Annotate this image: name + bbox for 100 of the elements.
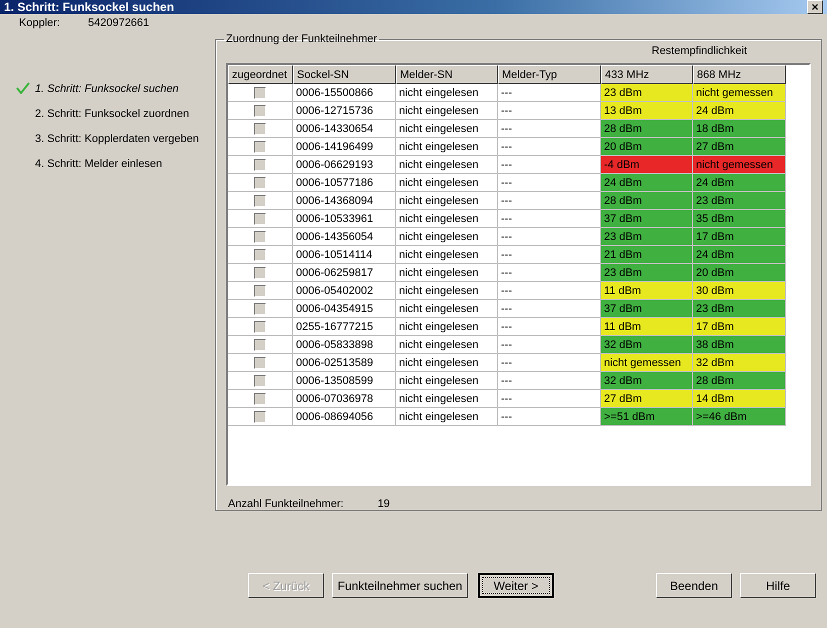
table-cell: 0006-05402002: [293, 282, 396, 300]
signal-cell: nicht gemessen: [601, 354, 693, 372]
column-header[interactable]: Sockel-SN: [293, 65, 396, 84]
checkbox[interactable]: [254, 158, 266, 170]
checkbox[interactable]: [254, 266, 266, 278]
dialog-button[interactable]: Weiter >: [478, 573, 554, 598]
signal-cell: 23 dBm: [601, 228, 693, 246]
table-cell: ---: [498, 156, 601, 174]
table-cell: 0006-06259817: [293, 264, 396, 282]
table-cell: ---: [498, 408, 601, 426]
dialog-button[interactable]: Beenden: [656, 573, 732, 598]
checkbox[interactable]: [254, 248, 266, 260]
window-title: 1. Schritt: Funksockel suchen: [4, 0, 174, 14]
checkbox[interactable]: [254, 104, 266, 116]
checkbox[interactable]: [254, 86, 266, 98]
column-header[interactable]: 433 MHz: [601, 65, 693, 84]
checkbox[interactable]: [254, 374, 266, 386]
table-cell: ---: [498, 390, 601, 408]
wizard-step: 4. Schritt: Melder einlesen: [35, 158, 162, 170]
checkbox[interactable]: [254, 230, 266, 242]
table-cell: nicht eingelesen: [396, 246, 498, 264]
table-cell: ---: [498, 282, 601, 300]
checkbox[interactable]: [254, 194, 266, 206]
wizard-step: 3. Schritt: Kopplerdaten vergeben: [35, 133, 199, 145]
close-button[interactable]: ×: [807, 0, 823, 14]
table-cell: ---: [498, 102, 601, 120]
table-cell: 0006-08694056: [293, 408, 396, 426]
signal-cell: 18 dBm: [693, 120, 786, 138]
checkbox[interactable]: [254, 176, 266, 188]
checkbox[interactable]: [254, 392, 266, 404]
checkbox[interactable]: [254, 320, 266, 332]
table-cell: 0006-14368094: [293, 192, 396, 210]
table-cell: nicht eingelesen: [396, 174, 498, 192]
table-cell: nicht eingelesen: [396, 282, 498, 300]
table-cell: nicht eingelesen: [396, 156, 498, 174]
table-cell: nicht eingelesen: [396, 84, 498, 102]
signal-cell: 32 dBm: [693, 354, 786, 372]
count-value: 19: [378, 498, 390, 510]
signal-cell: 11 dBm: [601, 318, 693, 336]
signal-cell: 13 dBm: [601, 102, 693, 120]
signal-cell: nicht gemessen: [693, 156, 786, 174]
checkbox[interactable]: [254, 140, 266, 152]
dialog-button[interactable]: Hilfe: [740, 573, 816, 598]
signal-cell: 37 dBm: [601, 300, 693, 318]
table-cell: ---: [498, 84, 601, 102]
column-header[interactable]: zugeordnet: [228, 65, 293, 84]
signal-cell: 27 dBm: [693, 138, 786, 156]
table-cell: nicht eingelesen: [396, 192, 498, 210]
table-cell: nicht eingelesen: [396, 372, 498, 390]
signal-cell: 23 dBm: [601, 84, 693, 102]
checkbox[interactable]: [254, 302, 266, 314]
table-cell: ---: [498, 264, 601, 282]
table-cell: 0006-12715736: [293, 102, 396, 120]
table-cell: 0006-14196499: [293, 138, 396, 156]
table-cell: nicht eingelesen: [396, 300, 498, 318]
signal-cell: 32 dBm: [601, 336, 693, 354]
checkbox[interactable]: [254, 122, 266, 134]
table-cell: 0006-02513589: [293, 354, 396, 372]
table-cell: 0006-10577186: [293, 174, 396, 192]
checkbox[interactable]: [254, 212, 266, 224]
signal-cell: >=46 dBm: [693, 408, 786, 426]
checkbox[interactable]: [254, 338, 266, 350]
count-label: Anzahl Funkteilnehmer:: [228, 498, 344, 510]
signal-cell: 35 dBm: [693, 210, 786, 228]
table-cell: 0255-16777215: [293, 318, 396, 336]
signal-cell: 23 dBm: [693, 192, 786, 210]
column-header[interactable]: 868 MHz: [693, 65, 786, 84]
table-cell: ---: [498, 192, 601, 210]
signal-cell: 14 dBm: [693, 390, 786, 408]
wizard-step: 1. Schritt: Funksockel suchen: [35, 83, 179, 95]
table-cell: nicht eingelesen: [396, 336, 498, 354]
signal-cell: 24 dBm: [693, 102, 786, 120]
coupler-label: Koppler:: [19, 17, 60, 31]
table-cell: ---: [498, 246, 601, 264]
checkbox[interactable]: [254, 284, 266, 296]
column-header[interactable]: Melder-Typ: [498, 65, 601, 84]
table-cell: ---: [498, 138, 601, 156]
table-cell: ---: [498, 228, 601, 246]
checkbox[interactable]: [254, 356, 266, 368]
signal-cell: -4 dBm: [601, 156, 693, 174]
table-cell: 0006-10514114: [293, 246, 396, 264]
table-cell: ---: [498, 318, 601, 336]
table-cell: 0006-13508599: [293, 372, 396, 390]
column-header[interactable]: Melder-SN: [396, 65, 498, 84]
table-cell: ---: [498, 336, 601, 354]
table-cell: ---: [498, 354, 601, 372]
table-cell: nicht eingelesen: [396, 138, 498, 156]
table-cell: ---: [498, 300, 601, 318]
signal-cell: 24 dBm: [601, 174, 693, 192]
table-cell: ---: [498, 120, 601, 138]
table-cell: ---: [498, 372, 601, 390]
table-cell: nicht eingelesen: [396, 318, 498, 336]
signal-cell: 27 dBm: [601, 390, 693, 408]
signal-cell: 28 dBm: [693, 372, 786, 390]
group-title: Zuordnung der Funkteilnehmer: [225, 33, 378, 45]
table-cell: 0006-06629193: [293, 156, 396, 174]
dialog-button[interactable]: Funkteilnehmer suchen: [332, 573, 468, 598]
signal-cell: 23 dBm: [601, 264, 693, 282]
checkbox[interactable]: [254, 410, 266, 422]
table-cell: 0006-05833898: [293, 336, 396, 354]
